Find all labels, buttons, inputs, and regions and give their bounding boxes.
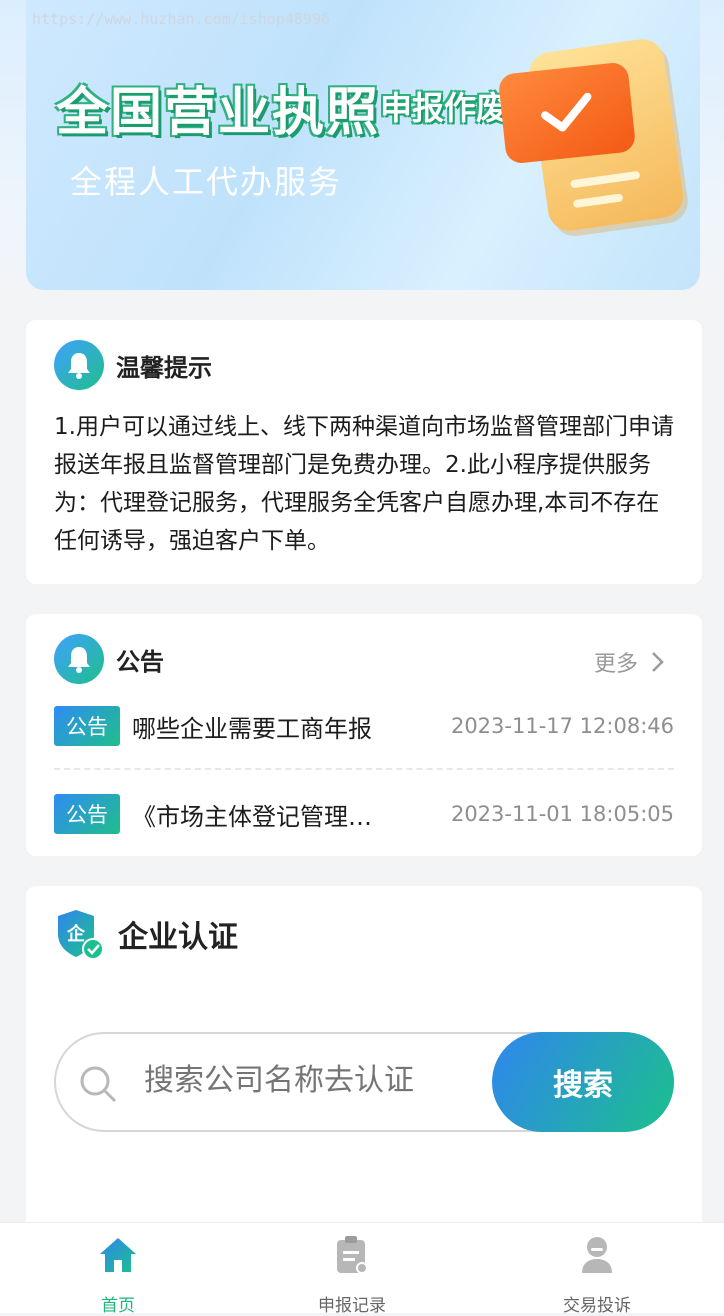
announcement-item[interactable]: 公告 哪些企业需要工商年报 2023-11-17 12:08:46	[54, 704, 674, 748]
more-label: 更多	[593, 652, 638, 677]
tab-label: 交易投诉	[563, 1296, 631, 1316]
announcement-card: 公告 更多 公告 哪些企业需要工商年报 2023-11-17 12:08:46 …	[26, 614, 702, 856]
check-icon	[497, 61, 637, 165]
divider	[54, 768, 674, 770]
tab-complaint[interactable]: 交易投诉	[527, 1233, 667, 1316]
bell-icon	[54, 340, 104, 390]
announcement-item-time: 2023-11-17 12:08:46	[450, 714, 674, 738]
home-icon	[48, 1233, 188, 1277]
announcement-item-title: 《市场主体登记管理…	[132, 802, 372, 831]
announcement-title: 公告	[116, 647, 164, 676]
more-link[interactable]: 更多	[594, 646, 668, 678]
notice-text: 1.用户可以通过线上、线下两种渠道向市场监督管理部门申请报送年报且监督管理部门是…	[54, 414, 674, 554]
search-icon	[80, 1066, 117, 1103]
search-bar[interactable]: 搜索	[54, 1032, 674, 1132]
certification-title: 企业认证	[118, 920, 238, 955]
tab-home[interactable]: 首页	[48, 1233, 188, 1316]
bell-icon	[54, 634, 104, 684]
banner-title: 全国营业执照	[56, 83, 381, 143]
banner-tag: 申报作废	[380, 89, 509, 127]
notice-title: 温馨提示	[116, 353, 212, 382]
search-input[interactable]	[142, 1062, 446, 1099]
certification-card: 企 企业认证 搜索	[26, 886, 702, 1222]
clipboard-icon	[282, 1233, 422, 1277]
search-button[interactable]: 搜索	[492, 1032, 674, 1132]
watermark: https://www.huzhan.com/ishop48996	[32, 10, 331, 28]
shield-icon: 企	[54, 906, 106, 962]
tab-bar: 首页 申报记录 交易投诉	[0, 1222, 724, 1316]
tab-label: 申报记录	[318, 1296, 386, 1316]
tab-label: 首页	[101, 1296, 135, 1316]
hero-banner[interactable]: 全国营业执照 申报作废 全程人工代办服务	[26, 0, 700, 290]
announcement-item-time: 2023-11-01 18:05:05	[450, 802, 674, 826]
chevron-right-icon	[652, 652, 664, 672]
announcement-tag: 公告	[54, 794, 120, 834]
banner-subtitle: 全程人工代办服务	[70, 163, 343, 201]
svg-text:企: 企	[66, 923, 86, 945]
announcement-item[interactable]: 公告 《市场主体登记管理… 2023-11-01 18:05:05	[54, 792, 674, 836]
tab-records[interactable]: 申报记录	[282, 1233, 422, 1316]
announcement-tag: 公告	[54, 706, 120, 746]
announcement-item-title: 哪些企业需要工商年报	[132, 714, 372, 743]
notice-card: 温馨提示 1.用户可以通过线上、线下两种渠道向市场监督管理部门申请报送年报且监督…	[26, 320, 702, 584]
user-icon	[527, 1233, 667, 1277]
